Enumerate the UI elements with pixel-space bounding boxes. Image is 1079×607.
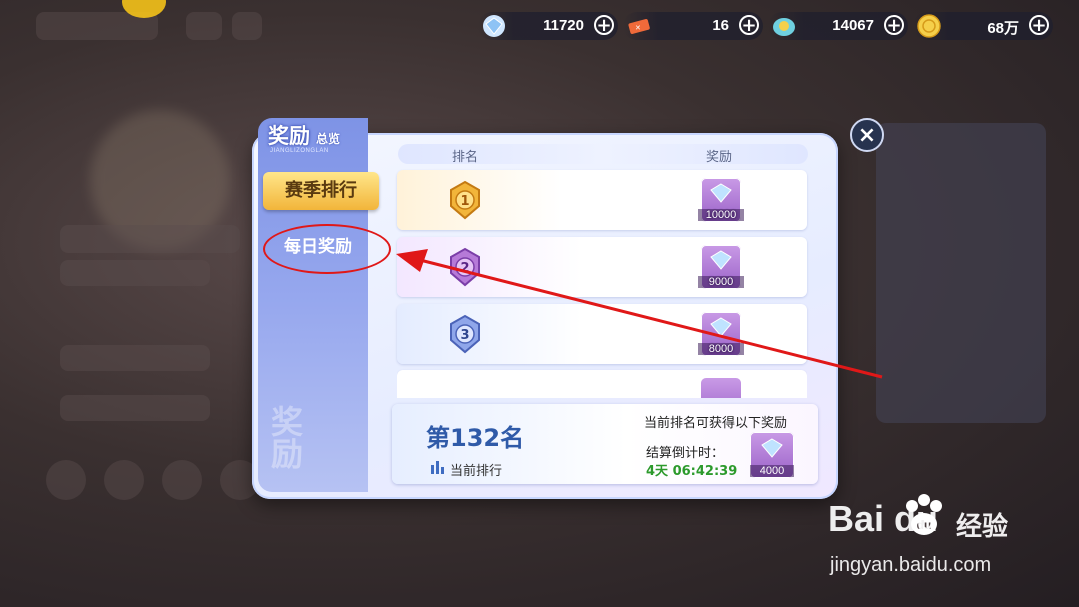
watermark: du Bai du 经验 jingyan.baidu.com	[828, 492, 1068, 592]
watermark-cn: 经验	[956, 512, 1009, 542]
watermark-url: jingyan.baidu.com	[830, 554, 992, 576]
watermark-brand: Bai du	[828, 498, 939, 539]
